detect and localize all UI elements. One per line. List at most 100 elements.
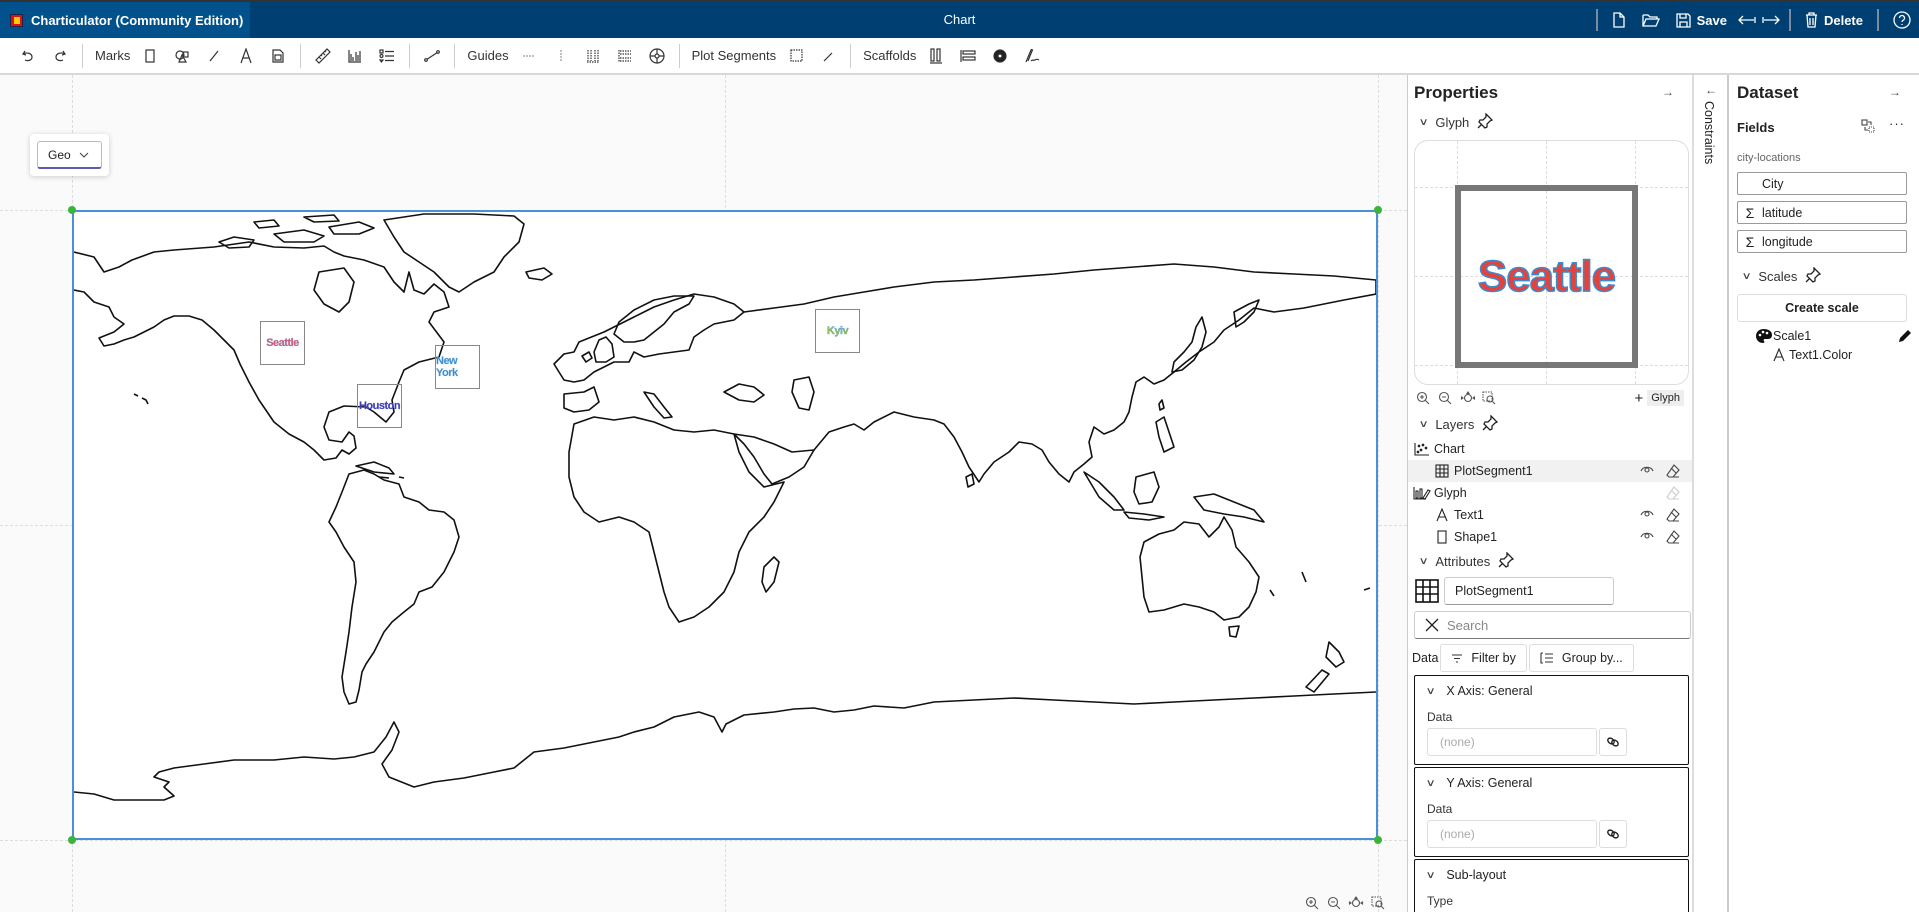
field-latitude[interactable]: Σ latitude bbox=[1737, 201, 1907, 224]
text-mark-button[interactable] bbox=[230, 41, 262, 71]
zoom-auto-button[interactable] bbox=[1347, 894, 1365, 912]
nested-chart-button[interactable] bbox=[339, 41, 371, 71]
fit-icon bbox=[1460, 391, 1476, 403]
y-axis-data-input[interactable]: (none) bbox=[1427, 820, 1597, 848]
delete-button[interactable]: Delete bbox=[1797, 2, 1871, 38]
glyph-fit-button[interactable] bbox=[1460, 391, 1482, 405]
sub-layout-header[interactable]: ∨ Sub-layout bbox=[1426, 868, 1676, 882]
visibility-toggle[interactable] bbox=[1640, 508, 1654, 522]
zoom-region-button[interactable] bbox=[1369, 894, 1387, 912]
layout-type-select[interactable]: Geo bbox=[37, 141, 102, 169]
help-button[interactable] bbox=[1885, 2, 1919, 38]
line-mark-button[interactable] bbox=[198, 41, 230, 71]
symbol-mark-button[interactable] bbox=[166, 41, 198, 71]
scaffold-horizontal-button[interactable] bbox=[920, 41, 952, 71]
delete-layer-button[interactable] bbox=[1666, 464, 1680, 478]
redo-nav-button[interactable] bbox=[1759, 2, 1783, 38]
layer-label: Shape1 bbox=[1454, 530, 1498, 544]
pin-icon[interactable] bbox=[1482, 414, 1499, 434]
layer-plotsegment1[interactable]: PlotSegment1 bbox=[1408, 460, 1692, 482]
data-axis-button[interactable] bbox=[307, 41, 339, 71]
more-options-button[interactable]: ··· bbox=[1889, 117, 1905, 136]
city-glyph-houston[interactable]: Houston bbox=[357, 384, 402, 428]
field-longitude[interactable]: Σ longitude bbox=[1737, 230, 1907, 253]
scaffold-curve-button[interactable] bbox=[1016, 41, 1048, 71]
expand-arrow-icon[interactable]: ← bbox=[1705, 83, 1717, 97]
zoom-in-button[interactable] bbox=[1303, 894, 1321, 912]
create-scale-button[interactable]: Create scale bbox=[1737, 294, 1907, 322]
undo-button[interactable] bbox=[12, 41, 44, 71]
layer-glyph[interactable]: Glyph bbox=[1408, 482, 1692, 504]
save-button[interactable]: Save bbox=[1668, 2, 1735, 38]
plot-segment-geo-map[interactable] bbox=[72, 210, 1378, 840]
tasmania bbox=[1228, 625, 1240, 638]
resize-handle-bottom-right[interactable] bbox=[1374, 836, 1382, 844]
filter-by-button[interactable]: Filter by bbox=[1440, 644, 1527, 672]
delete-layer-button[interactable] bbox=[1666, 508, 1680, 522]
resize-handle-top-left[interactable] bbox=[68, 206, 76, 214]
legend-button[interactable] bbox=[371, 41, 403, 71]
constraints-label[interactable]: Constraints bbox=[1702, 101, 1716, 164]
y-axis-bind-button[interactable] bbox=[1599, 820, 1627, 848]
attribute-search-input[interactable]: Search bbox=[1414, 611, 1691, 639]
x-axis-data-input[interactable]: (none) bbox=[1427, 728, 1597, 756]
open-button[interactable] bbox=[1634, 2, 1668, 38]
city-glyph-kyiv[interactable]: Kyiv bbox=[815, 309, 860, 353]
collapse-panel-arrow-icon[interactable]: → bbox=[1662, 85, 1674, 99]
glyph-zoom-out-button[interactable] bbox=[1438, 391, 1460, 405]
scale-item-scale1[interactable]: Scale1 bbox=[1731, 326, 1919, 346]
x-axis-header[interactable]: ∨ X Axis: General bbox=[1426, 684, 1676, 698]
guide-y-button[interactable] bbox=[545, 41, 577, 71]
region-2d-button[interactable] bbox=[780, 41, 812, 71]
edit-scale-button[interactable] bbox=[1897, 328, 1913, 344]
text1-preview[interactable]: Seattle bbox=[1455, 185, 1638, 368]
pin-icon[interactable] bbox=[1805, 266, 1822, 286]
line-segment-button[interactable] bbox=[812, 41, 844, 71]
visibility-toggle[interactable] bbox=[1640, 530, 1654, 544]
scaffold-vertical-button[interactable] bbox=[952, 41, 984, 71]
japan bbox=[1171, 316, 1207, 373]
image-mark-button[interactable] bbox=[262, 41, 294, 71]
close-icon[interactable] bbox=[1425, 618, 1439, 632]
y-axis-header[interactable]: ∨ Y Axis: General bbox=[1426, 776, 1676, 790]
scales-section-header[interactable]: ∨ Scales bbox=[1731, 263, 1919, 290]
glyph-section-header[interactable]: ∨ Glyph bbox=[1408, 109, 1692, 136]
undo-nav-button[interactable] bbox=[1735, 2, 1759, 38]
collapse-panel-arrow-icon[interactable]: → bbox=[1889, 85, 1901, 99]
guide-grid-x-button[interactable] bbox=[577, 41, 609, 71]
resize-handle-top-right[interactable] bbox=[1374, 206, 1382, 214]
glyph-zoom-region-button[interactable] bbox=[1482, 391, 1504, 405]
scaffold-polar-button[interactable] bbox=[984, 41, 1016, 71]
separator bbox=[82, 43, 83, 68]
rect-mark-button[interactable] bbox=[134, 41, 166, 71]
guide-grid-y-button[interactable] bbox=[609, 41, 641, 71]
glyph-editor[interactable]: Seattle bbox=[1414, 140, 1689, 385]
zoom-out-button[interactable] bbox=[1325, 894, 1343, 912]
guide-x-button[interactable] bbox=[513, 41, 545, 71]
layer-shape1[interactable]: Shape1 bbox=[1408, 526, 1692, 548]
scale-mapping-item[interactable]: Text1.Color bbox=[1731, 346, 1919, 364]
link-button[interactable] bbox=[416, 41, 448, 71]
group-by-button[interactable]: Group by... bbox=[1528, 644, 1634, 672]
add-glyph-button[interactable]: + Glyph bbox=[1634, 390, 1684, 407]
field-city[interactable]: City bbox=[1737, 172, 1907, 195]
pin-icon[interactable] bbox=[1477, 112, 1494, 132]
new-button[interactable] bbox=[1604, 2, 1634, 38]
guide-polar-button[interactable] bbox=[641, 41, 673, 71]
resize-handle-bottom-left[interactable] bbox=[68, 836, 76, 844]
object-name-input[interactable]: PlotSegment1 bbox=[1444, 577, 1614, 605]
visibility-toggle[interactable] bbox=[1640, 464, 1654, 478]
city-glyph-seattle[interactable]: Seattle bbox=[260, 321, 305, 365]
chart-canvas[interactable]: Geo Seattle New York Houston Kyiv bbox=[0, 75, 1407, 912]
layers-section-header[interactable]: ∨ Layers bbox=[1408, 411, 1692, 438]
pin-icon[interactable] bbox=[1498, 551, 1515, 571]
glyph-zoom-in-button[interactable] bbox=[1416, 391, 1438, 405]
x-axis-bind-button[interactable] bbox=[1599, 728, 1627, 756]
city-glyph-new-york[interactable]: New York bbox=[435, 345, 480, 389]
attributes-section-header[interactable]: ∨ Attributes bbox=[1408, 548, 1692, 575]
layer-text1[interactable]: Text1 bbox=[1408, 504, 1692, 526]
layer-chart[interactable]: Chart bbox=[1408, 438, 1692, 460]
redo-button[interactable] bbox=[44, 41, 76, 71]
replace-data-button[interactable] bbox=[1861, 119, 1875, 136]
delete-layer-button[interactable] bbox=[1666, 530, 1680, 544]
